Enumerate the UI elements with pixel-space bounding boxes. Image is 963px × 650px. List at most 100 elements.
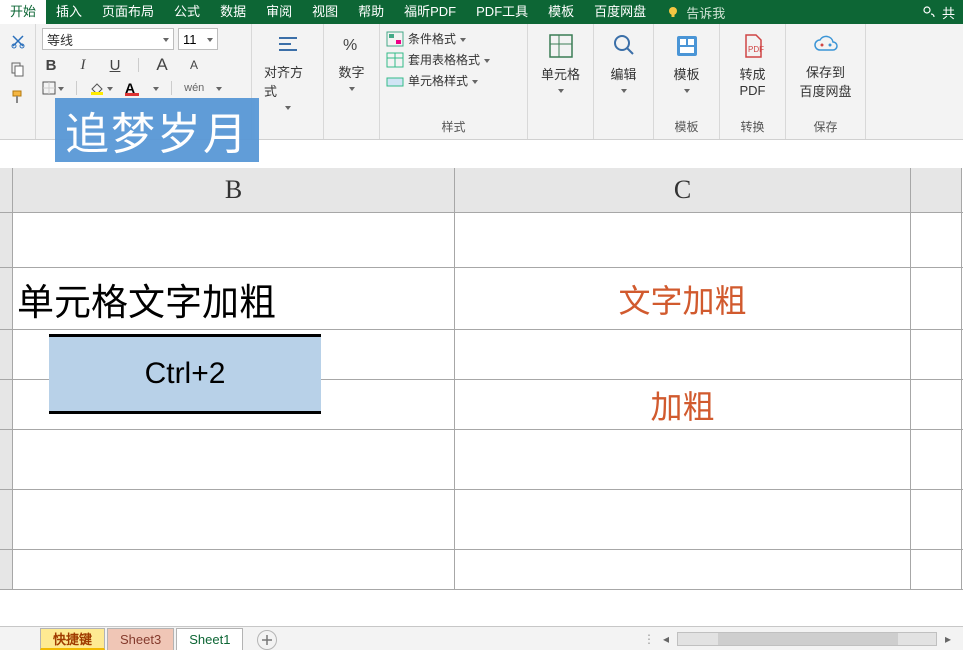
shortcut-text: Ctrl+2 [145,357,226,391]
conditional-label: 条件格式 [408,30,456,47]
tab-layout[interactable]: 页面布局 [92,0,164,24]
cut-icon[interactable] [9,32,27,50]
template-button[interactable]: 模板 [660,28,713,93]
cell-b5[interactable] [13,430,455,489]
sheet-tab-2[interactable]: Sheet3 [107,628,174,650]
cell-d7[interactable] [911,550,962,589]
tab-help[interactable]: 帮助 [348,0,394,24]
cell-d4[interactable] [911,380,962,429]
sheet-footer: 快捷键 Sheet3 Sheet1 ⋮ ◂ ▸ [0,626,963,650]
cell-c7[interactable] [455,550,911,589]
tab-review[interactable]: 审阅 [256,0,302,24]
tab-baidu[interactable]: 百度网盘 [584,0,656,24]
cell-c1[interactable] [455,213,911,267]
sheet-tab-1[interactable]: 快捷键 [40,628,105,650]
align-button[interactable]: 对齐方式 [258,28,317,110]
horizontal-scrollbar[interactable]: ⋮ ◂ ▸ [643,632,955,646]
group-editing: 编辑 [594,24,654,139]
grow-font-button[interactable]: A [153,56,171,74]
tab-data[interactable]: 数据 [210,0,256,24]
scroll-track[interactable] [677,632,937,646]
template-group-label: 模板 [660,118,713,135]
cell-c5[interactable] [455,430,911,489]
scroll-right-button[interactable]: ▸ [941,632,955,646]
italic-button[interactable]: I [74,56,92,74]
cell-d3[interactable] [911,330,962,379]
font-size-select[interactable]: 11 [178,28,218,50]
cell-b6[interactable] [13,490,455,549]
grip-icon: ⋮ [643,632,655,646]
number-label: 数字 [338,62,364,81]
tab-pdftool[interactable]: PDF工具 [466,0,538,24]
cell-d2[interactable] [911,268,962,329]
table-format-button[interactable]: 套用表格格式 [386,51,521,68]
cell-d6[interactable] [911,490,962,549]
scroll-left-button[interactable]: ◂ [659,632,673,646]
share-icon [922,5,936,19]
row-head[interactable] [0,330,13,379]
cell-c4[interactable]: 加粗 [455,380,911,429]
ribbon-tabs: 开始 插入 页面布局 公式 数据 审阅 视图 帮助 福昕PDF PDF工具 模板… [0,0,963,24]
editing-button[interactable]: 编辑 [600,28,647,93]
number-button[interactable]: % 数字 [330,28,373,91]
chevron-down-icon [107,87,113,91]
row-head[interactable] [0,268,13,329]
underline-button[interactable]: U [106,56,124,74]
row-head[interactable] [0,213,13,267]
font-color-button[interactable]: A [125,80,159,96]
scroll-thumb[interactable] [718,633,898,645]
cell-d5[interactable] [911,430,962,489]
cell-d1[interactable] [911,213,962,267]
row-head[interactable] [0,550,13,589]
select-all-corner[interactable] [0,168,13,212]
cell-c2[interactable]: 文字加粗 [455,268,911,329]
share-label[interactable]: 共 [942,3,955,22]
cell-style-button[interactable]: 单元格样式 [386,72,521,89]
bold-button[interactable]: B [42,56,60,74]
row-head[interactable] [0,490,13,549]
font-family-select[interactable]: 等线 [42,28,174,50]
phonetic-button[interactable]: wén [184,82,204,94]
tell-me[interactable]: 告诉我 [686,3,725,22]
col-header-b[interactable]: B [13,168,455,212]
chevron-down-icon [153,87,159,91]
shrink-font-button[interactable]: A [185,56,203,74]
save-baidu-button[interactable]: 保存到 百度网盘 [792,28,859,100]
chevron-down-icon [684,89,690,93]
tab-foxit[interactable]: 福昕PDF [394,0,466,24]
format-painter-icon[interactable] [9,88,27,106]
tab-template[interactable]: 模板 [538,0,584,24]
save-group-label: 保存 [792,118,859,135]
copy-icon[interactable] [9,60,27,78]
chevron-down-icon [58,87,64,91]
col-header-c[interactable]: C [455,168,911,212]
chevron-down-icon [349,87,355,91]
tab-formula[interactable]: 公式 [164,0,210,24]
group-styles: 条件格式 套用表格格式 单元格样式 样式 [380,24,528,139]
fill-color-button[interactable] [89,81,113,95]
sheet-tab-3[interactable]: Sheet1 [176,628,243,650]
chevron-down-icon [460,38,466,42]
row-head[interactable] [0,380,13,429]
tab-home[interactable]: 开始 [0,0,46,24]
chevron-down-icon [285,106,291,110]
cells-button[interactable]: 单元格 [534,28,587,93]
add-sheet-button[interactable] [257,630,277,650]
tab-insert[interactable]: 插入 [46,0,92,24]
chevron-down-icon [207,38,213,42]
row-head[interactable] [0,430,13,489]
convert-pdf-button[interactable]: PDF 转成 PDF [726,28,779,98]
tab-view[interactable]: 视图 [302,0,348,24]
conditional-format-button[interactable]: 条件格式 [386,30,521,47]
cell-b7[interactable] [13,550,455,589]
cell-c3[interactable] [455,330,911,379]
col-header-d[interactable] [911,168,962,212]
cell-style-icon [386,73,404,89]
cell-b3[interactable]: Ctrl+2 [13,330,455,379]
cell-b1[interactable] [13,213,455,267]
border-button[interactable] [42,81,64,95]
chevron-down-icon [472,80,478,84]
shortcut-callout: Ctrl+2 [49,334,321,414]
cell-c6[interactable] [455,490,911,549]
cell-b2[interactable]: 单元格文字加粗 [13,268,455,329]
